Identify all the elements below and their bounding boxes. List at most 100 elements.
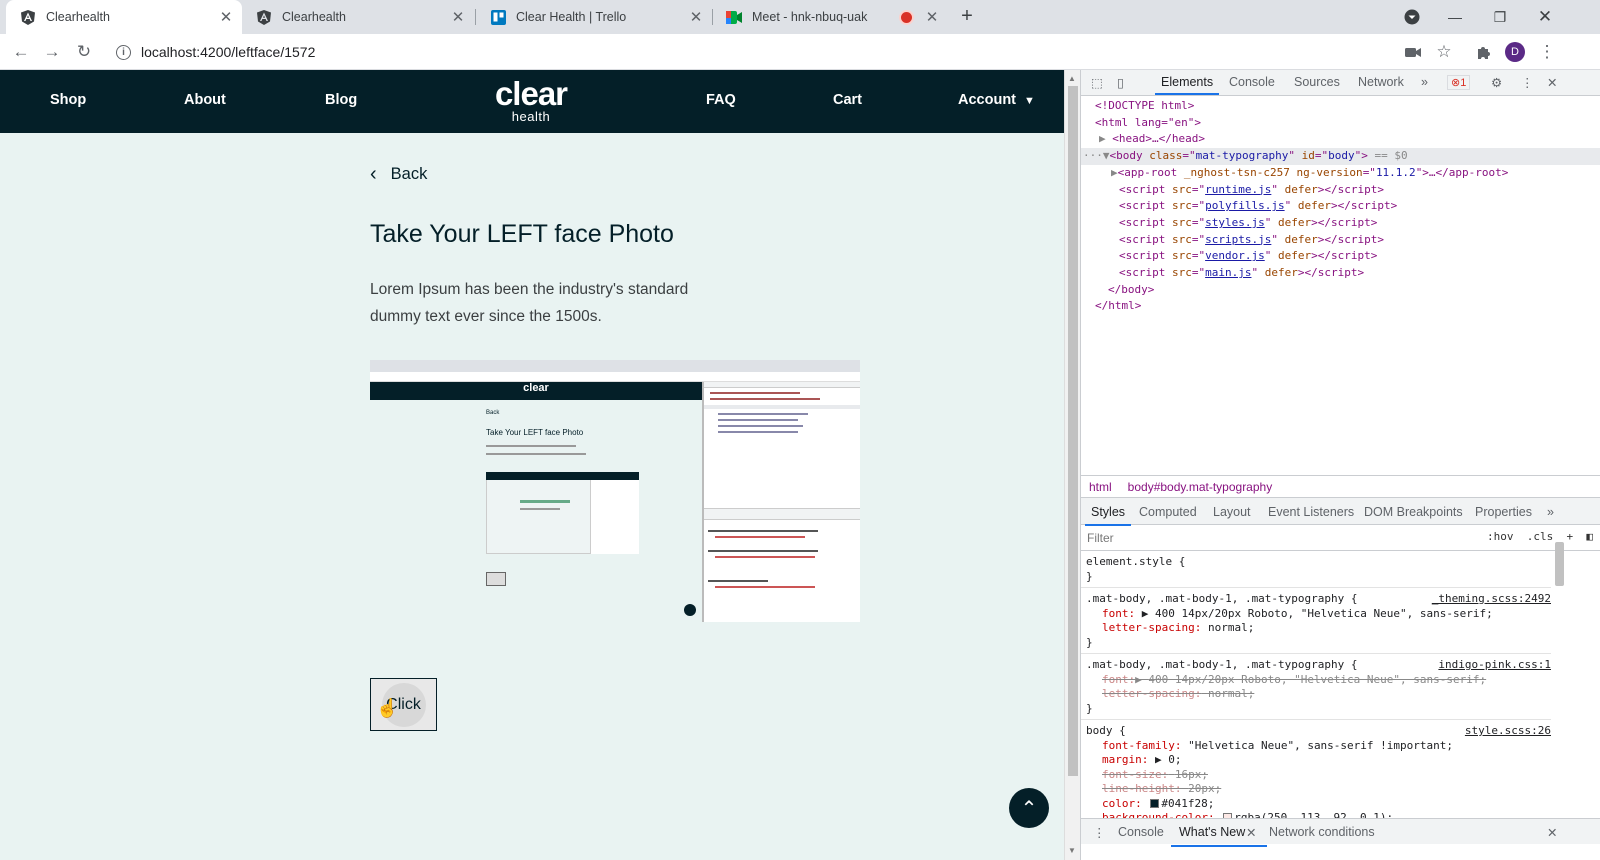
tab-elements[interactable]: Elements bbox=[1154, 75, 1220, 95]
rule-indigo-pink[interactable]: indigo-pink.css:1 .mat-body, .mat-body-1… bbox=[1081, 654, 1551, 720]
camera-icon[interactable] bbox=[1403, 42, 1423, 62]
dom-body-close[interactable]: </body> bbox=[1081, 282, 1600, 299]
dom-app-root[interactable]: ▶<app-root _nghost-tsn-c257 ng-version="… bbox=[1081, 165, 1600, 182]
more-subtabs-icon[interactable]: » bbox=[1547, 505, 1554, 519]
close-tab-icon[interactable]: ✕ bbox=[922, 8, 942, 26]
more-tabs-icon[interactable]: » bbox=[1421, 75, 1428, 89]
scrollbar-thumb[interactable] bbox=[1068, 86, 1078, 776]
rule-body[interactable]: style.scss:26 body { font-family: "Helve… bbox=[1081, 720, 1551, 830]
breadcrumb-body[interactable]: body#body.mat-typography bbox=[1128, 480, 1273, 494]
subtab-event-listeners[interactable]: Event Listeners bbox=[1268, 505, 1354, 519]
tab-console[interactable]: Console bbox=[1229, 75, 1275, 89]
breadcrumb-html[interactable]: html bbox=[1089, 480, 1112, 494]
hov-toggle[interactable]: :hov bbox=[1487, 530, 1514, 543]
angular-icon bbox=[256, 9, 272, 25]
devtools-tabbar: ⬚ ▯ Elements Console Sources Network » ⊗… bbox=[1081, 70, 1600, 96]
dom-script-main[interactable]: <script src="main.js" defer></script> bbox=[1081, 265, 1600, 282]
tab-sources[interactable]: Sources bbox=[1294, 75, 1340, 89]
more-menu-icon[interactable]: ⋮ bbox=[1537, 42, 1557, 62]
close-window-icon[interactable]: ✕ bbox=[1522, 0, 1568, 34]
dom-html-open[interactable]: <html lang="en"> bbox=[1081, 115, 1600, 132]
scroll-up-arrow-icon[interactable]: ▲ bbox=[1068, 74, 1076, 83]
browser-toolbar: ← → ↻ i localhost:4200/leftface/1572 ☆ D… bbox=[0, 34, 1600, 70]
error-badge[interactable]: ⊗1 bbox=[1447, 75, 1471, 90]
reload-icon[interactable]: ↻ bbox=[71, 39, 97, 65]
dom-doctype[interactable]: <!DOCTYPE html> bbox=[1081, 98, 1600, 115]
filter-input[interactable]: Filter bbox=[1087, 531, 1114, 545]
drawer-menu-icon[interactable]: ⋮ bbox=[1093, 825, 1106, 840]
rule-source-link[interactable]: _theming.scss:2492 bbox=[1432, 592, 1551, 607]
close-tab-icon[interactable]: ✕ bbox=[686, 8, 706, 26]
subtab-styles[interactable]: Styles bbox=[1084, 505, 1132, 526]
add-rule-icon[interactable]: + bbox=[1567, 530, 1574, 543]
browser-tab-trello[interactable]: Clear Health | Trello ✕ bbox=[476, 0, 712, 34]
dom-html-close[interactable]: </html> bbox=[1081, 298, 1600, 315]
subtab-dom-breakpoints[interactable]: DOM Breakpoints bbox=[1364, 505, 1463, 519]
nav-cart[interactable]: Cart bbox=[833, 92, 862, 108]
drawer-tab-whats-new[interactable]: What's New bbox=[1170, 825, 1268, 847]
minimize-icon[interactable]: — bbox=[1432, 0, 1478, 34]
url-text: localhost:4200/leftface/1572 bbox=[141, 44, 316, 60]
extensions-icon[interactable] bbox=[1473, 42, 1493, 62]
cls-toggle[interactable]: .cls bbox=[1527, 530, 1554, 543]
dom-script-polyfills[interactable]: <script src="polyfills.js" defer></scrip… bbox=[1081, 198, 1600, 215]
subtab-properties[interactable]: Properties bbox=[1475, 505, 1532, 519]
close-devtools-icon[interactable]: ✕ bbox=[1547, 75, 1557, 90]
back-arrow-icon[interactable]: ← bbox=[8, 39, 34, 65]
tab-network[interactable]: Network bbox=[1358, 75, 1404, 89]
nav-blog[interactable]: Blog bbox=[325, 92, 357, 108]
tab-search-icon[interactable] bbox=[1389, 0, 1435, 34]
devtools-more-icon[interactable]: ⋮ bbox=[1521, 75, 1534, 90]
dom-body-selected[interactable]: ···▼<body class="mat-typography" id="bod… bbox=[1081, 148, 1600, 165]
settings-gear-icon[interactable]: ⚙ bbox=[1491, 75, 1502, 90]
rule-theming[interactable]: _theming.scss:2492 .mat-body, .mat-body-… bbox=[1081, 588, 1551, 654]
color-swatch[interactable] bbox=[1150, 798, 1160, 808]
styles-filter: Filter :hov .cls + ◧ bbox=[1081, 525, 1600, 551]
nav-about[interactable]: About bbox=[184, 92, 226, 108]
restore-icon[interactable]: ❐ bbox=[1477, 0, 1523, 34]
close-tab-icon[interactable]: ✕ bbox=[448, 8, 468, 26]
page-scrollbar[interactable]: ▲ ▼ bbox=[1064, 70, 1080, 860]
dom-script-vendor[interactable]: <script src="vendor.js" defer></script> bbox=[1081, 248, 1600, 265]
styles-scrollbar-thumb[interactable] bbox=[1555, 542, 1564, 586]
dom-breadcrumbs: html body#body.mat-typography bbox=[1081, 475, 1600, 497]
styles-scrollbar[interactable] bbox=[1553, 530, 1566, 813]
dom-script-runtime[interactable]: <script src="runtime.js" defer></script> bbox=[1081, 182, 1600, 199]
google-meet-icon bbox=[726, 9, 742, 25]
nav-faq[interactable]: FAQ bbox=[706, 92, 736, 108]
styles-pane: element.style { } _theming.scss:2492 .ma… bbox=[1081, 551, 1551, 830]
close-drawer-icon[interactable]: ✕ bbox=[1547, 825, 1557, 840]
close-tab-icon[interactable]: ✕ bbox=[216, 8, 236, 26]
browser-tab-meet[interactable]: Meet - hnk-nbuq-uak ✕ bbox=[712, 0, 948, 34]
clear-health-logo[interactable]: clear health bbox=[486, 77, 576, 124]
nav-shop[interactable]: Shop bbox=[50, 92, 86, 108]
inspect-element-icon[interactable]: ⬚ bbox=[1091, 75, 1103, 90]
profile-avatar[interactable]: D bbox=[1505, 42, 1525, 62]
subtab-layout[interactable]: Layout bbox=[1213, 505, 1251, 519]
dom-head[interactable]: ▶ <head>…</head> bbox=[1081, 131, 1600, 148]
subtab-computed[interactable]: Computed bbox=[1139, 505, 1197, 519]
toggle-sidebar-icon[interactable]: ◧ bbox=[1586, 530, 1593, 543]
browser-tab-clearhealth-2[interactable]: Clearhealth ✕ bbox=[242, 0, 474, 34]
browser-tab-strip: Clearhealth ✕ Clearhealth ✕ Clear Health… bbox=[0, 0, 1600, 34]
rule-source-link[interactable]: indigo-pink.css:1 bbox=[1438, 658, 1551, 673]
rule-source-link[interactable]: style.scss:26 bbox=[1465, 724, 1551, 739]
nav-account[interactable]: Account ▼ bbox=[958, 92, 1035, 108]
browser-tab-clearhealth-1[interactable]: Clearhealth ✕ bbox=[6, 0, 242, 34]
trello-icon bbox=[490, 9, 506, 25]
back-link[interactable]: ‹ Back bbox=[370, 163, 427, 186]
dom-script-styles[interactable]: <script src="styles.js" defer></script> bbox=[1081, 215, 1600, 232]
rule-element-style[interactable]: element.style { } bbox=[1081, 551, 1551, 588]
drawer-tab-console[interactable]: Console bbox=[1118, 825, 1164, 839]
scroll-down-arrow-icon[interactable]: ▼ bbox=[1068, 846, 1076, 855]
bookmark-star-icon[interactable]: ☆ bbox=[1434, 42, 1454, 62]
scroll-to-top-button[interactable]: ⌃ bbox=[1009, 788, 1049, 828]
address-bar[interactable]: i localhost:4200/leftface/1572 bbox=[106, 38, 1396, 66]
dom-script-scripts[interactable]: <script src="scripts.js" defer></script> bbox=[1081, 232, 1600, 249]
new-tab-button[interactable]: + bbox=[955, 5, 979, 29]
device-toolbar-icon[interactable]: ▯ bbox=[1117, 75, 1124, 90]
close-drawer-tab-icon[interactable]: ✕ bbox=[1246, 825, 1256, 840]
drawer-tab-network-conditions[interactable]: Network conditions bbox=[1269, 825, 1375, 839]
site-info-icon[interactable]: i bbox=[116, 44, 131, 60]
forward-arrow-icon[interactable]: → bbox=[39, 39, 65, 65]
